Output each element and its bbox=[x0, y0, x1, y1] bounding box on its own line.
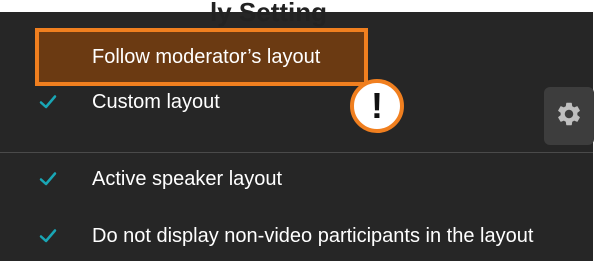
hide-non-video-participants-item[interactable]: Do not display non-video participants in… bbox=[0, 213, 593, 259]
settings-button[interactable] bbox=[544, 87, 594, 145]
menu-divider bbox=[0, 152, 593, 153]
follow-moderator-layout-label: Follow moderator’s layout bbox=[92, 46, 321, 68]
gear-icon bbox=[555, 100, 583, 133]
follow-moderator-layout-item[interactable]: Follow moderator’s layout bbox=[35, 28, 368, 86]
check-icon bbox=[38, 169, 58, 189]
active-speaker-layout-item[interactable]: Active speaker layout bbox=[0, 156, 593, 202]
active-speaker-layout-label: Active speaker layout bbox=[92, 168, 283, 190]
section-heading-partial: ly Setting bbox=[210, 0, 328, 27]
custom-layout-label: Custom layout bbox=[92, 91, 220, 113]
layout-menu: ly Setting Follow moderator’s layout ! C… bbox=[0, 0, 594, 261]
custom-layout-item[interactable]: Custom layout bbox=[0, 79, 593, 125]
hide-non-video-participants-label: Do not display non-video participants in… bbox=[92, 225, 534, 247]
check-icon bbox=[38, 92, 58, 112]
check-icon bbox=[38, 226, 58, 246]
